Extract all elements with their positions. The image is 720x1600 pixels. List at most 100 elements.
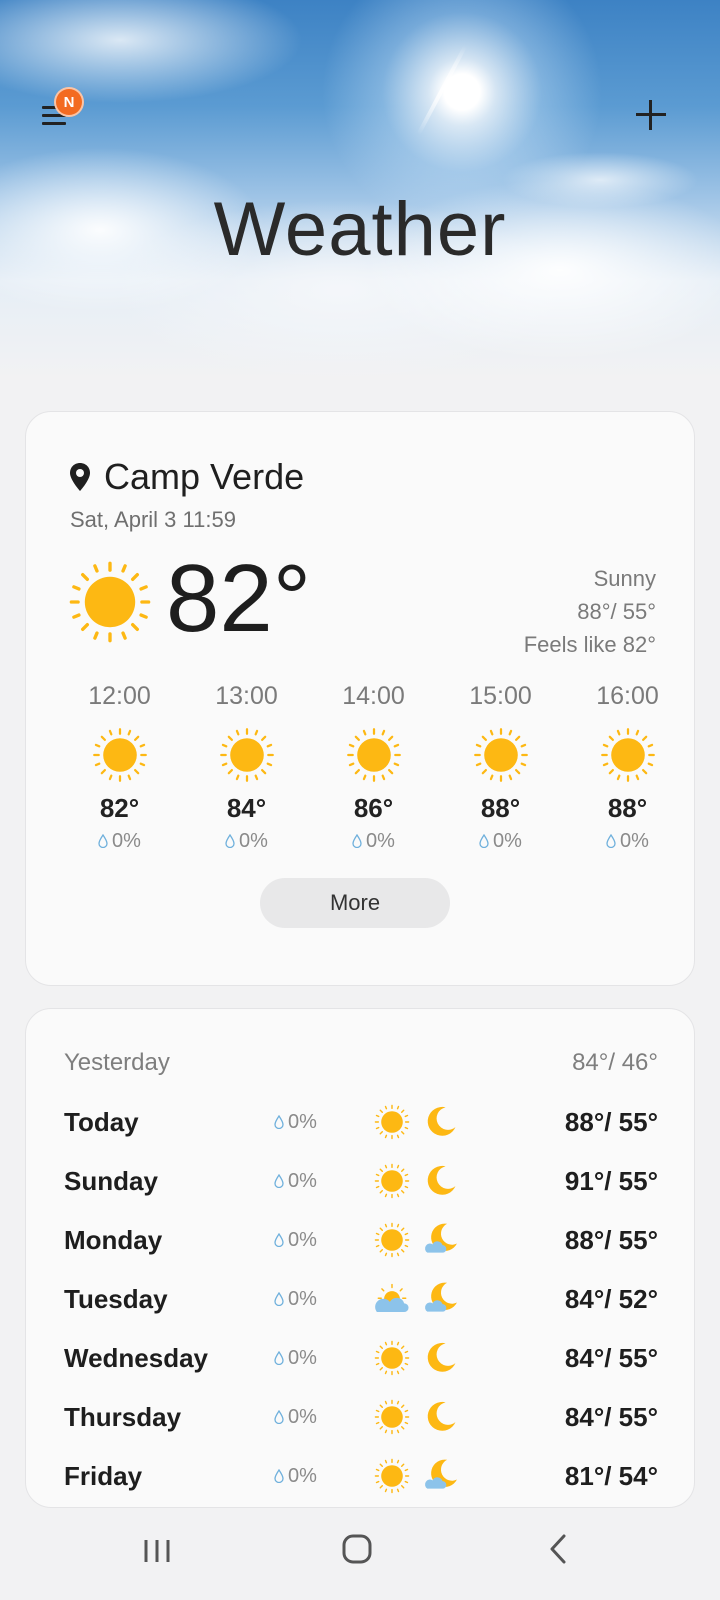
hour-time: 14:00	[342, 682, 405, 710]
day-precip-value: 0%	[288, 1111, 317, 1133]
raindrop-icon	[274, 1469, 284, 1483]
day-temps: 84°/ 52°	[564, 1284, 658, 1314]
day-precip-value: 0%	[288, 1288, 317, 1310]
hour-precip-value: 0%	[112, 830, 141, 852]
hour-temp: 86°	[353, 793, 394, 823]
day-name: Sunday	[64, 1166, 158, 1196]
raindrop-icon	[225, 834, 235, 848]
sun-icon	[600, 727, 656, 783]
raindrop-icon	[274, 1233, 284, 1247]
hourly-item: 14:00 86° 0%	[310, 682, 437, 853]
day-temps: 84°/ 55°	[564, 1402, 658, 1432]
day-precip: 0%	[274, 1347, 317, 1370]
moon-cloud-icon	[422, 1456, 460, 1494]
raindrop-icon	[606, 834, 616, 848]
sun-icon	[374, 1340, 410, 1376]
hourly-item: 15:00 88° 0%	[437, 682, 564, 853]
hour-temp: 88°	[480, 793, 521, 823]
daily-row[interactable]: Monday 0% 88°/ 55°	[64, 1225, 658, 1265]
date-time: Sat, April 3 11:59	[70, 507, 236, 532]
day-precip-value: 0%	[288, 1170, 317, 1192]
app-title: Weather	[213, 187, 507, 272]
hour-precip: 0%	[310, 830, 437, 853]
daily-row[interactable]: Today 0% 88°/ 55°	[64, 1107, 658, 1147]
day-name: Monday	[64, 1225, 163, 1255]
hour-precip-value: 0%	[366, 830, 395, 852]
raindrop-icon	[274, 1410, 284, 1424]
day-precip: 0%	[274, 1288, 317, 1311]
yesterday-temps: 84°/ 46°	[572, 1049, 658, 1076]
recent-apps-icon[interactable]	[140, 1534, 174, 1568]
daily-row[interactable]: Sunday 0% 91°/ 55°	[64, 1166, 658, 1206]
sun-icon	[68, 560, 152, 644]
hour-time: 12:00	[88, 682, 151, 710]
day-precip: 0%	[274, 1465, 317, 1488]
high-low-temp: 88°/ 55°	[577, 599, 656, 624]
day-temps: 88°/ 55°	[564, 1225, 658, 1255]
moon-cloud-icon	[422, 1220, 460, 1258]
sun-icon	[374, 1104, 410, 1140]
hour-precip: 0%	[56, 830, 183, 853]
raindrop-icon	[274, 1292, 284, 1306]
location-pin-icon	[70, 463, 90, 491]
hour-precip: 0%	[437, 830, 564, 853]
day-temps: 84°/ 55°	[564, 1343, 658, 1373]
condition-summary: Sunny 88°/ 55° Feels like 82°	[524, 562, 656, 661]
daily-row[interactable]: Thursday 0% 84°/ 55°	[64, 1402, 658, 1442]
day-precip: 0%	[274, 1406, 317, 1429]
add-location-button[interactable]	[636, 100, 666, 130]
hour-time: 16:00	[596, 682, 659, 710]
day-precip-value: 0%	[288, 1465, 317, 1487]
day-name: Wednesday	[64, 1343, 209, 1373]
raindrop-icon	[274, 1351, 284, 1365]
day-temps: 81°/ 54°	[564, 1461, 658, 1491]
sun-icon	[473, 727, 529, 783]
hour-precip-value: 0%	[620, 830, 649, 852]
hourly-forecast: 12:00 82° 0% 13:00 84° 0% 14:00 86° 0% 1…	[56, 682, 696, 853]
current-temperature: 82°	[166, 545, 312, 652]
raindrop-icon	[274, 1174, 284, 1188]
daily-row[interactable]: Wednesday 0% 84°/ 55°	[64, 1343, 658, 1383]
day-precip-value: 0%	[288, 1406, 317, 1428]
hour-precip: 0%	[564, 830, 691, 853]
home-icon[interactable]	[340, 1532, 374, 1566]
hourly-item: 12:00 82° 0%	[56, 682, 183, 853]
moon-cloud-icon	[422, 1279, 460, 1317]
sun-icon	[374, 1458, 410, 1494]
notification-badge: N	[54, 87, 84, 117]
hour-time: 13:00	[215, 682, 278, 710]
hour-temp: 84°	[226, 793, 267, 823]
day-temps: 88°/ 55°	[564, 1107, 658, 1137]
day-name: Friday	[64, 1461, 143, 1491]
current-weather-card[interactable]: Camp Verde Sat, April 3 11:59 82° Sunny …	[25, 411, 695, 986]
back-icon[interactable]	[542, 1532, 576, 1566]
sun-icon	[374, 1163, 410, 1199]
moon-icon	[422, 1102, 460, 1140]
raindrop-icon	[98, 834, 108, 848]
daily-row[interactable]: Friday 0% 81°/ 54°	[64, 1461, 658, 1501]
day-name: Tuesday	[64, 1284, 168, 1314]
yesterday-row: Yesterday 84°/ 46°	[64, 1049, 658, 1077]
hour-precip-value: 0%	[239, 830, 268, 852]
hourly-item: 16:00 88° 0%	[564, 682, 691, 853]
hourly-item: 13:00 84° 0%	[183, 682, 310, 853]
raindrop-icon	[479, 834, 489, 848]
hour-precip: 0%	[183, 830, 310, 853]
location-name: Camp Verde	[104, 456, 305, 497]
more-button[interactable]: More	[260, 878, 450, 928]
moon-icon	[422, 1338, 460, 1376]
day-precip: 0%	[274, 1170, 317, 1193]
moon-icon	[422, 1161, 460, 1199]
raindrop-icon	[274, 1115, 284, 1129]
hour-precip-value: 0%	[493, 830, 522, 852]
sun-icon	[219, 727, 275, 783]
day-precip: 0%	[274, 1229, 317, 1252]
daily-row[interactable]: Tuesday 0% 84°/ 52°	[64, 1284, 658, 1324]
daily-forecast-card: Yesterday 84°/ 46° Today 0% 88°/ 55° Sun…	[25, 1008, 695, 1508]
day-precip: 0%	[274, 1111, 317, 1134]
day-temps: 91°/ 55°	[564, 1166, 658, 1196]
moon-icon	[422, 1397, 460, 1435]
day-name: Thursday	[64, 1402, 182, 1432]
sun-cloud-icon	[374, 1281, 410, 1317]
sun-icon	[92, 727, 148, 783]
